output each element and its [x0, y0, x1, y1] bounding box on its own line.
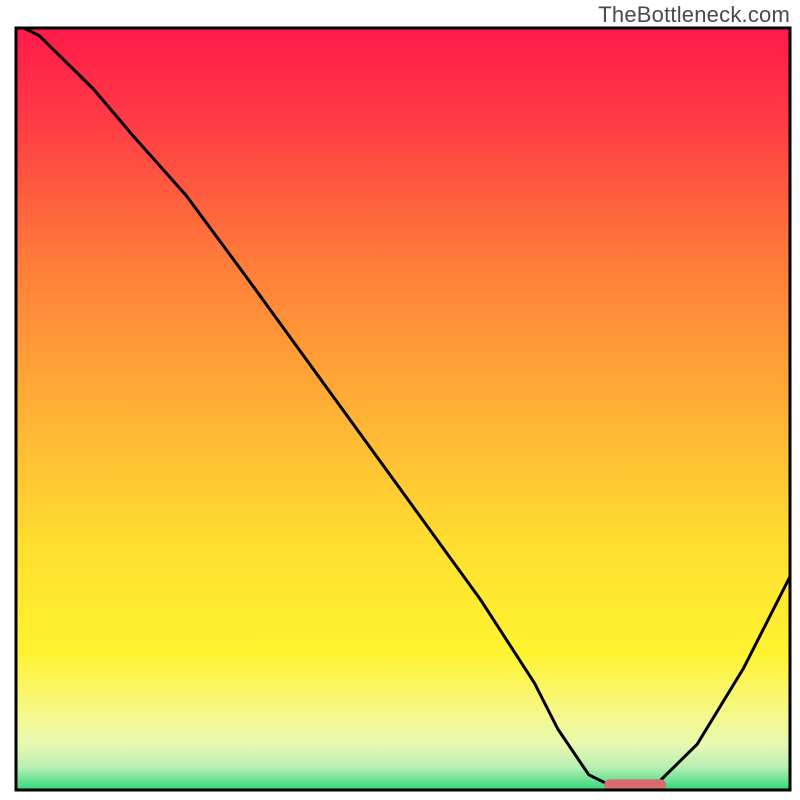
watermark-label: TheBottleneck.com	[598, 2, 790, 28]
chart-stage: TheBottleneck.com	[0, 0, 800, 800]
bottleneck-chart	[0, 0, 800, 800]
optimal-zone-marker	[604, 779, 666, 790]
gradient-background	[16, 28, 790, 790]
